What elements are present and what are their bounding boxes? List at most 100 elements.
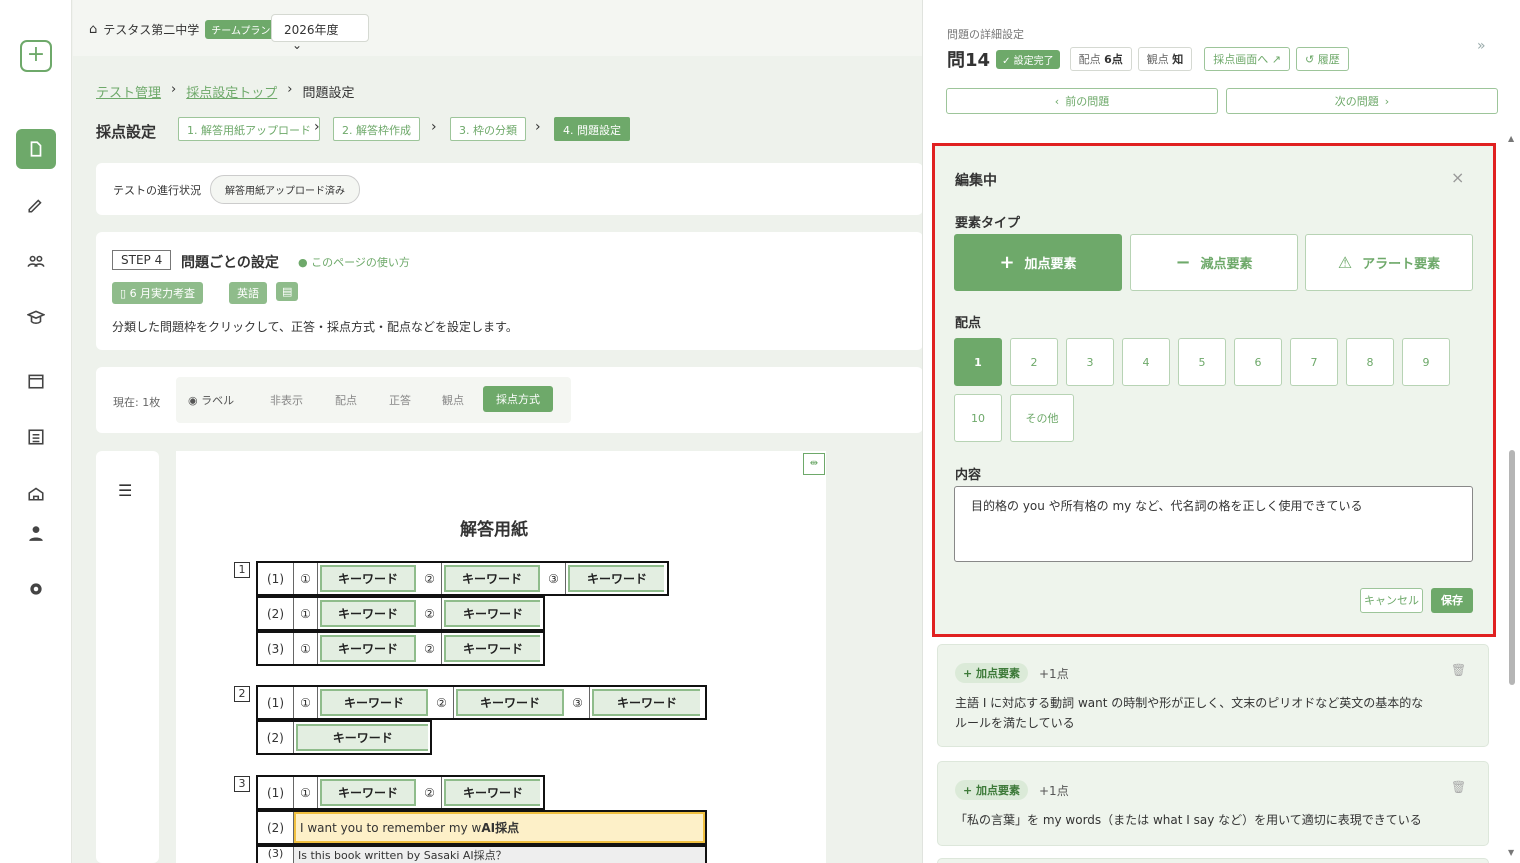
help-link[interactable]: ● このページの使い方 [298, 254, 410, 270]
user-icon[interactable] [16, 513, 56, 553]
year-value: 2026年度 [284, 23, 339, 37]
keyword-box[interactable]: キーワード [320, 779, 416, 806]
prev-question-button[interactable]: ‹ 前の問題 [946, 88, 1218, 114]
breadcrumb: テスト管理 › 採点設定トップ › 問題設定 [96, 82, 354, 101]
point-option-4[interactable]: 4 [1122, 338, 1170, 386]
scroll-up-icon[interactable]: ▲ [1508, 134, 1514, 143]
tab-view[interactable]: 観点 [442, 392, 464, 408]
point-option-5[interactable]: 5 [1178, 338, 1226, 386]
deduct-element-button[interactable]: − 減点要素 [1130, 234, 1298, 291]
list-item[interactable] [937, 858, 1489, 863]
main-area: ⌂ テスタス第二中学 チームプラン 2026年度 ⌄ テスト管理 › 採点設定トッ… [73, 0, 923, 863]
sheet-title: 解答用紙 [460, 520, 528, 540]
keyword-box[interactable]: キーワード [320, 565, 416, 592]
gear-icon[interactable] [16, 569, 56, 609]
step-4-button[interactable]: 4. 問題設定 [554, 117, 630, 141]
school-icon[interactable] [16, 473, 56, 513]
circle-1: ① [294, 687, 318, 718]
point-option-6[interactable]: 6 [1234, 338, 1282, 386]
info-icon: ● [298, 256, 312, 269]
answer-field[interactable]: I want you to remember my w AI採点 [294, 812, 705, 843]
alert-element-button[interactable]: ⚠ アラート要素 [1305, 234, 1473, 291]
step-title: 問題ごとの設定 [181, 255, 279, 271]
save-button[interactable]: 保存 [1431, 588, 1473, 613]
grading-icon[interactable] [16, 185, 56, 225]
view-chip-label: 観点 [1146, 53, 1169, 66]
close-icon[interactable]: × [1451, 168, 1464, 187]
type-label: 要素タイプ [955, 216, 1021, 231]
step-1-button[interactable]: 1. 解答用紙アップロード [178, 117, 320, 141]
cancel-button[interactable]: キャンセル [1360, 588, 1423, 613]
document-icon[interactable] [16, 129, 56, 169]
crumb-test-management[interactable]: テスト管理 [96, 82, 161, 101]
content-textarea[interactable]: 目的格の you や所有格の my など、代名詞の格を正しく使用できている [954, 486, 1473, 562]
next-label: 次の問題 [1334, 95, 1379, 108]
keyword-box[interactable]: キーワード [592, 689, 700, 716]
tab-answer[interactable]: 正答 [389, 392, 411, 408]
help-text: このページの使い方 [311, 256, 410, 269]
scrollbar[interactable]: ▲ ▼ [1508, 134, 1518, 863]
keyword-box[interactable]: キーワード [456, 689, 564, 716]
step-2-button[interactable]: 2. 解答枠作成 [333, 117, 420, 141]
scroll-down-icon[interactable]: ▼ [1508, 848, 1514, 857]
question-number: 2 [234, 686, 250, 702]
point-option-9[interactable]: 9 [1402, 338, 1450, 386]
content-label: 内容 [955, 468, 982, 483]
history-button[interactable]: ↺ 履歴 [1296, 47, 1349, 71]
step-3-button[interactable]: 3. 枠の分類 [450, 117, 526, 141]
add-element-button[interactable]: + 加点要素 [954, 234, 1122, 291]
graduation-icon[interactable] [16, 297, 56, 337]
circle-2: ② [430, 687, 454, 718]
point-option-3[interactable]: 3 [1066, 338, 1114, 386]
point-option-8[interactable]: 8 [1346, 338, 1394, 386]
external-link-icon: ↗ [1271, 53, 1281, 66]
scroll-thumb[interactable] [1509, 450, 1515, 685]
row-label: (3) [258, 633, 294, 664]
keyword-box[interactable]: キーワード [444, 600, 540, 627]
crumb-grading-top[interactable]: 採点設定トップ [186, 82, 277, 101]
tab-points[interactable]: 配点 [335, 392, 357, 408]
question-number: 3 [234, 776, 250, 792]
list-icon[interactable]: ☰ [118, 481, 132, 500]
point-option-other[interactable]: その他 [1010, 394, 1074, 442]
trash-icon[interactable]: 🗑 [1451, 780, 1466, 794]
trash-icon[interactable]: 🗑 [1451, 663, 1466, 677]
point-option-7[interactable]: 7 [1290, 338, 1338, 386]
tab-hidden[interactable]: 非表示 [270, 392, 303, 408]
keyword-box[interactable]: キーワード [320, 635, 416, 662]
grade-screen-button[interactable]: 採点画面へ ↗ [1204, 47, 1290, 71]
prev-label: 前の問題 [1065, 95, 1110, 108]
add-element-label: 加点要素 [1024, 257, 1077, 272]
tab-scoring-method[interactable]: 採点方式 [483, 386, 553, 412]
form-icon[interactable]: ▤ [276, 282, 299, 301]
chevron-left-icon: ‹ [1054, 94, 1060, 108]
resize-icon[interactable]: ⇹ [803, 453, 825, 475]
ai-label: AI採点 [481, 821, 520, 835]
add-icon[interactable]: + [20, 40, 52, 72]
chevron-right-icon: › [1384, 94, 1390, 108]
list-item[interactable]: + 加点要素 +1点 🗑 「私の言葉」を my words（または what I… [937, 761, 1489, 846]
answer-field[interactable]: Is this book written by Sasaki AI採点？ [294, 847, 705, 863]
tab-label[interactable]: ◉ ラベル [188, 392, 234, 408]
keyword-box[interactable]: キーワード [320, 689, 428, 716]
keyword-box[interactable]: キーワード [444, 779, 540, 806]
point-option-2[interactable]: 2 [1010, 338, 1058, 386]
chevron-down-icon: ⌄ [292, 38, 303, 52]
row-label: (2) [258, 722, 294, 753]
keyword-box[interactable]: キーワード [320, 600, 416, 627]
points-label: 配点 [955, 316, 982, 331]
group-icon[interactable] [16, 241, 56, 281]
keyword-box[interactable]: キーワード [444, 635, 540, 662]
keyword-box[interactable]: キーワード [295, 724, 428, 751]
year-select[interactable]: 2026年度 ⌄ [271, 14, 369, 52]
point-option-1[interactable]: 1 [954, 338, 1002, 386]
keyword-box[interactable]: キーワード [568, 565, 664, 592]
point-option-10[interactable]: 10 [954, 394, 1002, 442]
double-chevron-icon[interactable]: » [1477, 38, 1486, 54]
list-item[interactable]: + 加点要素 +1点 🗑 主語 I に対応する動詞 want の時制や形が正しく… [937, 644, 1489, 747]
next-question-button[interactable]: 次の問題 › [1226, 88, 1498, 114]
list-icon[interactable] [16, 417, 56, 457]
question-header: 問14 ✓ 設定完了 配点 6点 観点 知 採点画面へ ↗ ↺ 履歴 [947, 46, 1349, 72]
keyword-box[interactable]: キーワード [444, 565, 540, 592]
calendar-icon[interactable] [16, 361, 56, 401]
